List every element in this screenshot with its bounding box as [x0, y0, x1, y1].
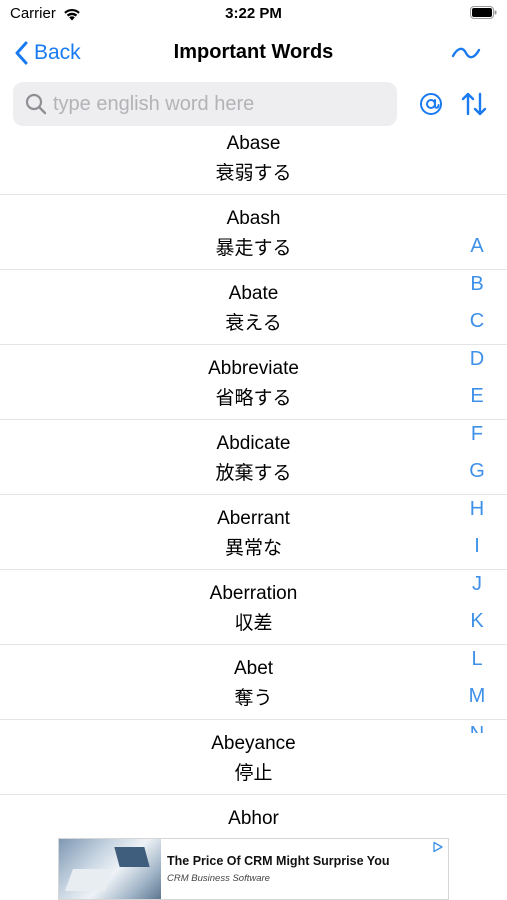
index-letter[interactable]: F [462, 416, 492, 454]
status-time: 3:22 PM [225, 5, 282, 22]
index-letter[interactable]: E [462, 378, 492, 416]
index-letter[interactable]: I [462, 528, 492, 566]
word-japanese: 放棄する [215, 462, 292, 484]
word-english: Abhor [228, 808, 279, 829]
list-item[interactable]: Aberrant 異常な [0, 495, 507, 570]
list-item[interactable]: Aberration 収差 [0, 570, 507, 645]
word-english: Aberration [209, 583, 298, 604]
ad-choices-icon[interactable] [432, 841, 444, 853]
alphabet-index[interactable]: A B C D E F G H I J K L M N [462, 228, 492, 733]
battery-icon [470, 6, 497, 19]
index-letter[interactable]: D [462, 341, 492, 379]
index-letter[interactable]: H [462, 491, 492, 529]
list-item[interactable]: Abhor [0, 795, 507, 836]
tilde-icon[interactable] [451, 39, 481, 67]
word-english: Abbreviate [208, 358, 299, 379]
word-japanese: 衰弱する [215, 162, 292, 184]
index-letter[interactable]: L [462, 641, 492, 679]
ad-title: The Price Of CRM Might Surprise You [167, 854, 390, 868]
list-item[interactable]: Abbreviate 省略する [0, 345, 507, 420]
list-item[interactable]: Abet 奪う [0, 645, 507, 720]
ad-banner[interactable]: The Price Of CRM Might Surprise You CRM … [58, 838, 449, 900]
at-sign-icon[interactable] [419, 92, 443, 116]
word-japanese: 停止 [234, 762, 273, 784]
search-icon [25, 93, 47, 115]
sort-arrows-icon[interactable] [460, 90, 488, 118]
status-bar: Carrier 3:22 PM [0, 0, 507, 28]
ad-image [59, 839, 161, 899]
word-japanese: 奪う [234, 687, 273, 709]
word-japanese: 省略する [215, 387, 292, 409]
page-title: Important Words [173, 41, 334, 63]
index-letter[interactable]: M [462, 678, 492, 716]
search-row [0, 82, 507, 126]
list-item[interactable]: Abate 衰える [0, 270, 507, 345]
index-letter[interactable]: N [462, 716, 492, 733]
index-letter[interactable]: K [462, 603, 492, 641]
search-field[interactable] [13, 82, 397, 126]
index-letter[interactable]: J [462, 566, 492, 604]
index-letter[interactable]: B [462, 266, 492, 304]
index-letter[interactable]: A [462, 228, 492, 266]
ad-subtitle: CRM Business Software [167, 873, 270, 884]
word-japanese: 収差 [234, 612, 273, 634]
word-english: Abet [233, 658, 274, 679]
word-list[interactable]: Abase 衰弱する Abash 暴走する Abate 衰える Abbrevia… [0, 128, 507, 836]
word-japanese: 衰える [225, 312, 282, 334]
word-japanese: 異常な [224, 537, 282, 559]
word-english: Abate [228, 283, 279, 304]
word-english: Abdicate [216, 433, 291, 454]
word-english: Aberrant [217, 508, 290, 529]
list-item[interactable]: Abase 衰弱する [0, 128, 507, 195]
list-item[interactable]: Abdicate 放棄する [0, 420, 507, 495]
list-item[interactable]: Abeyance 停止 [0, 720, 507, 795]
index-letter[interactable]: G [462, 453, 492, 491]
search-input[interactable] [53, 92, 373, 116]
index-letter[interactable]: C [462, 303, 492, 341]
navigation-bar: Back Important Words [0, 30, 507, 76]
word-english: Abash [226, 208, 281, 229]
word-japanese: 暴走する [215, 237, 292, 259]
list-item[interactable]: Abash 暴走する [0, 195, 507, 270]
word-english: Abase [226, 133, 281, 154]
word-english: Abeyance [211, 733, 296, 754]
